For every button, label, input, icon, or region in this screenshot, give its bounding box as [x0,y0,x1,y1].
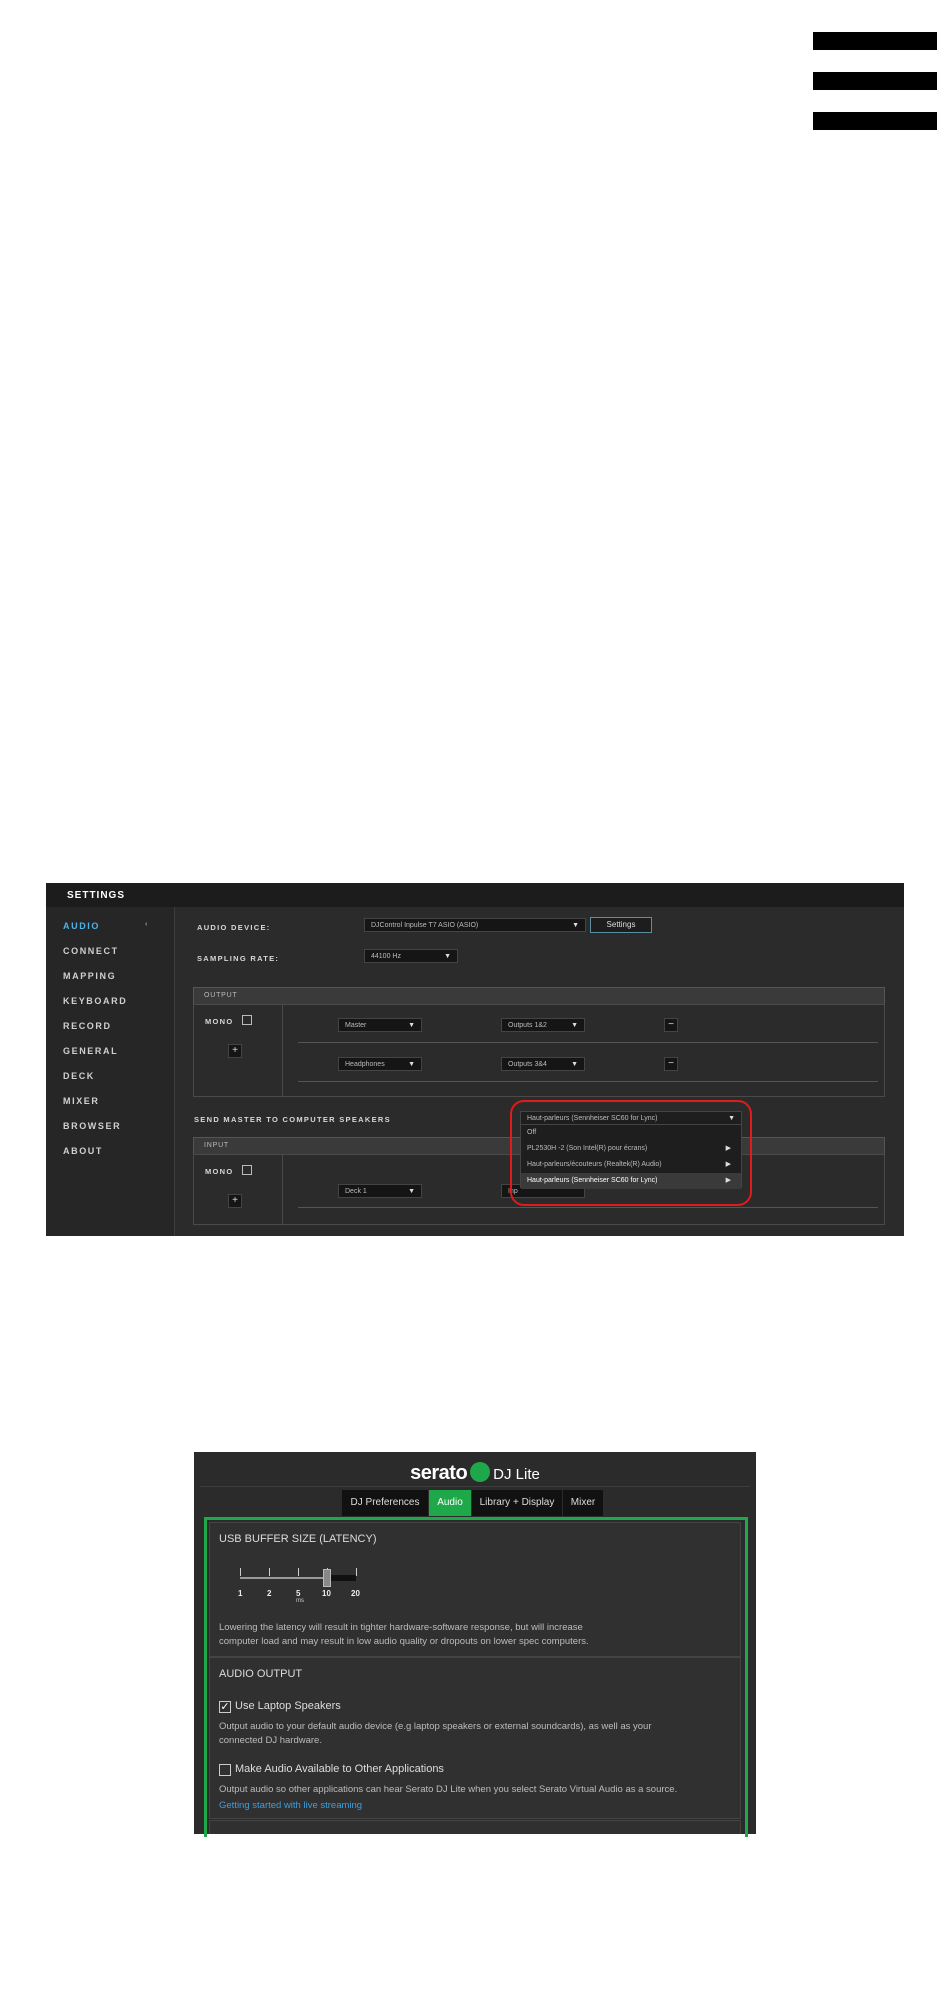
output-port-value: Outputs 3&4 [508,1061,547,1068]
output-row-divider [298,1081,878,1082]
highlight-callout [510,1100,752,1206]
chevron-down-icon: ▼ [408,1022,415,1029]
chevron-down-icon: ▼ [571,1061,578,1068]
input-row-divider [298,1207,878,1208]
menu-bar-top [813,32,937,50]
tab-library-display[interactable]: Library + Display [472,1490,563,1516]
tab-strip-line [200,1486,750,1487]
slider-tick [356,1568,357,1576]
remove-output-button[interactable]: − [664,1057,678,1071]
sidebar-item-about[interactable]: ABOUT [63,1146,103,1156]
audio-device-label: AUDIO DEVICE: [197,923,271,932]
latency-slider[interactable]: 1 2 5 10 20 ms [238,1563,370,1604]
use-laptop-speakers-checkbox[interactable]: ✓ [219,1701,231,1713]
make-audio-available-desc: Output audio so other applications can h… [219,1784,678,1795]
sidebar-item-general[interactable]: GENERAL [63,1046,118,1056]
output-channel-select-headphones[interactable]: Headphones ▼ [338,1057,422,1071]
tick-label: 5 [296,1589,301,1598]
slider-tick [269,1568,270,1576]
settings-button[interactable]: Settings [590,917,652,933]
make-audio-available-label[interactable]: Make Audio Available to Other Applicatio… [235,1763,444,1775]
sidebar-item-record[interactable]: RECORD [63,1021,112,1031]
live-streaming-link[interactable]: Getting started with live streaming [219,1800,362,1811]
unit-label: ms [296,1598,304,1604]
input-mono-checkbox[interactable] [242,1165,252,1175]
chevron-down-icon: ▼ [408,1188,415,1195]
sampling-rate-select[interactable]: 44100 Hz ▼ [364,949,458,963]
remove-output-button[interactable]: − [664,1018,678,1032]
next-panel [209,1820,741,1834]
serato-brand: serato DJ Lite [194,1461,756,1485]
chevron-down-icon: ▼ [572,922,579,929]
product-name: DJ Lite [493,1466,540,1483]
sidebar-item-audio[interactable]: AUDIO [63,921,100,931]
sidebar-active-marker-icon: ‹ [145,921,148,928]
input-mono-label: MONO [205,1167,234,1176]
use-laptop-desc-line-1: Output audio to your default audio devic… [219,1721,652,1732]
settings-titlebar: SETTINGS [46,883,904,907]
slider-thumb[interactable] [323,1569,331,1587]
chevron-down-icon: ▼ [444,953,451,960]
tick-label: 1 [238,1589,243,1598]
sampling-rate-label: SAMPLING RATE: [197,954,280,963]
settings-sidebar: AUDIO ‹ CONNECT MAPPING KEYBOARD RECORD … [46,907,175,1236]
output-channel-value: Headphones [345,1061,385,1068]
sidebar-item-deck[interactable]: DECK [63,1071,95,1081]
chevron-down-icon: ▼ [408,1061,415,1068]
menu-bar-bottom [813,112,937,130]
sidebar-item-browser[interactable]: BROWSER [63,1121,121,1131]
serato-wordmark: serato [410,1462,468,1484]
settings-window: SETTINGS AUDIO ‹ CONNECT MAPPING KEYBOAR… [46,883,904,1236]
tab-audio[interactable]: Audio [429,1490,472,1516]
add-input-button[interactable]: + [228,1194,242,1208]
menu-bar-middle [813,72,937,90]
audio-output-panel: AUDIO OUTPUT ✓ Use Laptop Speakers Outpu… [209,1657,741,1819]
audio-output-title: AUDIO OUTPUT [219,1668,303,1680]
sidebar-item-keyboard[interactable]: KEYBOARD [63,996,127,1006]
tick-label: 10 [322,1589,331,1598]
serato-preferences-window: serato DJ Lite DJ Preferences Audio Libra… [194,1452,756,1837]
send-master-label: SEND MASTER TO COMPUTER SPEAKERS [194,1115,391,1124]
hamburger-menu-icon[interactable] [813,32,937,134]
sidebar-item-mixer[interactable]: MIXER [63,1096,100,1106]
buffer-note-line-1: Lowering the latency will result in tigh… [219,1622,583,1633]
sampling-rate-value: 44100 Hz [371,953,401,960]
output-row-divider [298,1042,878,1043]
tick-label: 20 [351,1589,360,1598]
output-channel-value: Master [345,1022,367,1029]
input-divider [282,1155,283,1225]
tick-label: 2 [267,1589,272,1598]
sidebar-item-mapping[interactable]: MAPPING [63,971,116,981]
chevron-down-icon: ▼ [571,1022,578,1029]
audio-device-select[interactable]: DJControl Inpulse T7 ASIO (ASIO) ▼ [364,918,586,932]
make-audio-available-checkbox[interactable] [219,1764,231,1776]
add-output-button[interactable]: + [228,1044,242,1058]
sidebar-item-connect[interactable]: CONNECT [63,946,119,956]
output-mono-checkbox[interactable] [242,1015,252,1025]
serato-logo-icon [470,1461,491,1482]
output-section-header: OUTPUT [193,987,885,1005]
slider-tick [298,1568,299,1576]
output-port-value: Outputs 1&2 [508,1022,547,1029]
input-channel-value: Deck 1 [345,1188,367,1195]
output-mono-label: MONO [205,1017,234,1026]
output-port-select-master[interactable]: Outputs 1&2 ▼ [501,1018,585,1032]
buffer-title: USB BUFFER SIZE (LATENCY) [219,1533,377,1545]
slider-fill [327,1575,356,1581]
use-laptop-speakers-label[interactable]: Use Laptop Speakers [235,1700,341,1712]
buffer-panel: USB BUFFER SIZE (LATENCY) 1 2 5 10 20 ms… [209,1522,741,1657]
slider-tick [240,1568,241,1576]
audio-device-value: DJControl Inpulse T7 ASIO (ASIO) [371,922,479,929]
output-section-body: MONO + Master ▼ Outputs 1&2 ▼ − Headphon… [193,1004,885,1097]
output-channel-select-master[interactable]: Master ▼ [338,1018,422,1032]
use-laptop-desc-line-2: connected DJ hardware. [219,1735,322,1746]
buffer-note-line-2: computer load and may result in low audi… [219,1636,589,1647]
output-port-select-headphones[interactable]: Outputs 3&4 ▼ [501,1057,585,1071]
input-channel-select[interactable]: Deck 1 ▼ [338,1184,422,1198]
tab-dj-preferences[interactable]: DJ Preferences [342,1490,429,1516]
tab-mixer[interactable]: Mixer [563,1490,604,1516]
settings-title: SETTINGS [67,890,126,901]
output-divider [282,1005,283,1097]
